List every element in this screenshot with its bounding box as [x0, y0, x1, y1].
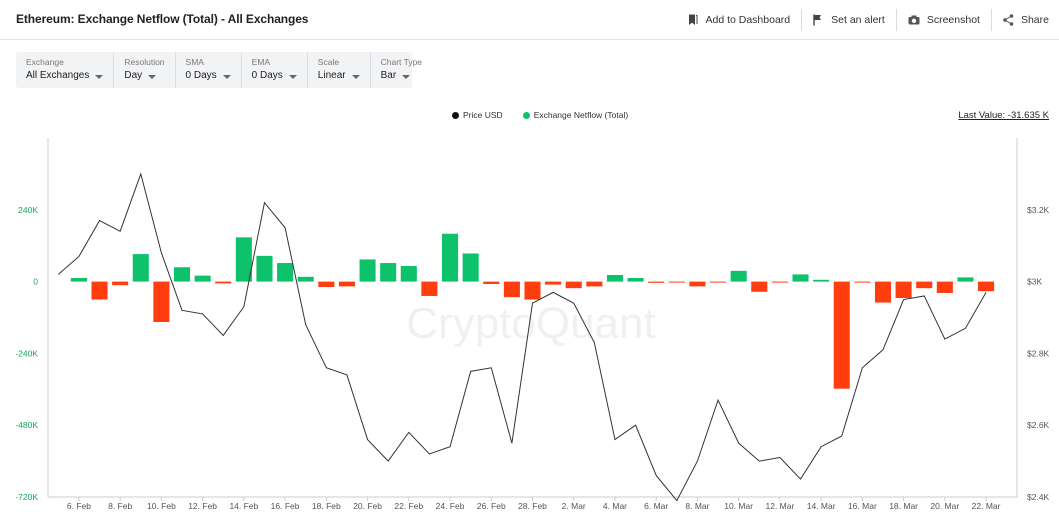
x-axis-tick-label: 26. Feb	[477, 501, 506, 511]
netflow-bar[interactable]	[297, 276, 314, 282]
right-axis-ticks: $3.2K $3K $2.8K $2.6K $2.4K	[1027, 205, 1050, 502]
netflow-bar[interactable]	[813, 279, 830, 282]
x-axis-tick-label: 6. Mar	[644, 501, 668, 511]
left-axis-tick-label: -240K	[15, 348, 38, 358]
netflow-bar[interactable]	[400, 266, 417, 282]
right-axis-tick-label: $3K	[1027, 277, 1042, 287]
x-axis-tick-label: 20. Mar	[930, 501, 959, 511]
x-axis-tick-label: 4. Mar	[603, 501, 627, 511]
netflow-bar[interactable]	[91, 281, 108, 300]
x-axis-tick-label: 8. Feb	[108, 501, 132, 511]
netflow-bar[interactable]	[380, 263, 397, 282]
x-axis-tick-label: 6. Feb	[67, 501, 91, 511]
netflow-bar[interactable]	[916, 281, 933, 289]
netflow-bar[interactable]	[256, 255, 273, 282]
watermark: CryptoQuant	[406, 299, 655, 348]
netflow-bar[interactable]	[132, 254, 149, 282]
left-axis-tick-label: -720K	[15, 492, 38, 502]
netflow-bar[interactable]	[874, 281, 892, 303]
netflow-chart: CryptoQuant 240K0-240K-480K-720K $3.2K$3…	[15, 138, 1050, 511]
netflow-bar[interactable]	[895, 281, 912, 299]
x-axis-tick-label: 18. Feb	[312, 501, 341, 511]
x-axis-tick-label: 16. Mar	[848, 501, 877, 511]
netflow-bar[interactable]	[112, 281, 129, 286]
netflow-bar[interactable]	[833, 281, 850, 389]
x-axis-tick-label: 16. Feb	[271, 501, 300, 511]
netflow-bar[interactable]	[173, 267, 191, 282]
x-axis-tick-label: 24. Feb	[436, 501, 465, 511]
x-axis-tick-label: 8. Mar	[685, 501, 709, 511]
x-axis-tick-label: 20. Feb	[353, 501, 382, 511]
netflow-bar[interactable]	[606, 275, 624, 282]
netflow-bar[interactable]	[689, 281, 706, 287]
netflow-bar[interactable]	[70, 278, 87, 282]
netflow-bar[interactable]	[668, 281, 685, 283]
x-axis-tick-label: 28. Feb	[518, 501, 547, 511]
netflow-bar[interactable]	[957, 277, 974, 282]
x-axis-tick-label: 12. Feb	[188, 501, 217, 511]
x-axis-tick-label: 10. Feb	[147, 501, 176, 511]
right-axis-tick-label: $2.6K	[1027, 420, 1050, 430]
netflow-bar[interactable]	[153, 281, 170, 322]
netflow-bar[interactable]	[215, 281, 232, 284]
netflow-bar[interactable]	[194, 275, 211, 282]
netflow-bar[interactable]	[318, 281, 335, 287]
netflow-bar[interactable]	[421, 281, 438, 296]
netflow-bar[interactable]	[277, 263, 294, 282]
right-axis-tick-label: $2.4K	[1027, 492, 1050, 502]
netflow-bar[interactable]	[792, 274, 809, 282]
x-axis-tick-label: 22. Mar	[972, 501, 1001, 511]
netflow-bar[interactable]	[235, 237, 252, 282]
netflow-bar[interactable]	[503, 281, 520, 298]
x-axis-tick-label: 14. Mar	[807, 501, 836, 511]
netflow-bar[interactable]	[854, 281, 871, 283]
netflow-bar[interactable]	[627, 278, 644, 282]
right-axis-tick-label: $3.2K	[1027, 205, 1050, 215]
netflow-bar[interactable]	[524, 281, 541, 300]
netflow-bar[interactable]	[771, 281, 788, 283]
netflow-bar[interactable]	[483, 281, 500, 284]
right-axis-tick-label: $2.8K	[1027, 348, 1050, 358]
netflow-bar[interactable]	[648, 281, 665, 283]
x-axis-tick-label: 14. Feb	[229, 501, 258, 511]
x-axis-tick-label: 18. Mar	[889, 501, 918, 511]
netflow-bar[interactable]	[936, 281, 953, 293]
netflow-bar[interactable]	[462, 253, 479, 282]
x-axis-tick-label: 2. Mar	[562, 501, 586, 511]
x-axis-tick-label: 10. Mar	[724, 501, 753, 511]
x-axis-ticks: 6. Feb 8. Feb 10. Feb 12. Feb 14. Feb 16. Feb…	[67, 497, 1001, 511]
left-axis-tick-label: 0	[33, 277, 38, 287]
netflow-bar[interactable]	[586, 281, 603, 287]
x-axis-tick-label: 12. Mar	[765, 501, 794, 511]
netflow-bar[interactable]	[545, 281, 562, 285]
left-axis-ticks: 240K 0 -240K -480K -720K	[15, 205, 38, 502]
netflow-bar[interactable]	[565, 281, 582, 289]
netflow-bar[interactable]	[441, 233, 459, 282]
left-axis-tick-label: 240K	[18, 205, 38, 215]
netflow-bar[interactable]	[710, 281, 727, 283]
netflow-bar[interactable]	[978, 281, 995, 292]
left-axis-tick-label: -480K	[15, 420, 38, 430]
netflow-bar[interactable]	[338, 281, 355, 287]
netflow-bar[interactable]	[359, 259, 376, 282]
x-axis-tick-label: 22. Feb	[394, 501, 423, 511]
netflow-bar[interactable]	[730, 270, 747, 282]
netflow-bar[interactable]	[751, 281, 768, 292]
